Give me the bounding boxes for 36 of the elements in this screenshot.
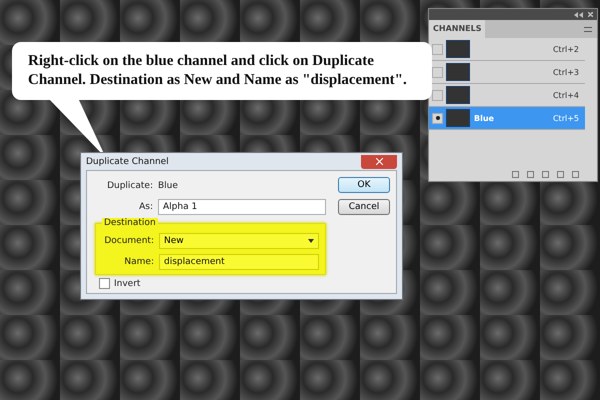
dialog-title: Duplicate Channel	[86, 156, 169, 166]
eye-icon[interactable]	[432, 112, 443, 124]
name-input-field[interactable]: displacement	[159, 254, 319, 270]
field-label: Duplicate:	[106, 181, 153, 191]
close-button[interactable]	[361, 154, 397, 168]
as-input-field[interactable]: Alpha 1	[158, 199, 326, 215]
checkbox-label: Invert	[114, 278, 140, 288]
collapse-icon[interactable]	[574, 12, 583, 18]
visibility-box[interactable]	[432, 90, 443, 100]
shortcut-text: Ctrl+5	[552, 114, 580, 122]
dialog-button[interactable]: OK	[338, 177, 390, 193]
channel-thumbnail	[446, 86, 470, 104]
shortcut-text: Ctrl+4	[552, 90, 580, 100]
dialog-button[interactable]: Cancel	[338, 199, 390, 215]
channel-row[interactable]: Ctrl+2	[429, 38, 585, 61]
dropdown-value: New	[164, 236, 184, 246]
close-icon[interactable]	[588, 12, 593, 17]
group-title: Destination	[102, 218, 158, 228]
document-dropdown[interactable]: New	[159, 233, 319, 249]
shortcut-text: Ctrl+3	[552, 68, 580, 76]
visibility-box[interactable]	[432, 66, 443, 78]
channel-thumbnail	[446, 63, 470, 81]
field-label: Document:	[103, 236, 154, 246]
visibility-box[interactable]	[432, 44, 443, 54]
menu-icon[interactable]	[584, 26, 592, 32]
channel-name: Blue	[473, 114, 495, 122]
shortcut-text: Ctrl+2	[552, 44, 580, 54]
checkbox[interactable]	[99, 278, 110, 289]
field-label: As:	[138, 202, 153, 212]
panel-tab[interactable]: CHANNELS	[429, 20, 486, 38]
channel-thumbnail	[446, 40, 470, 58]
caret-icon	[308, 239, 314, 243]
field-value: Blue	[158, 181, 178, 191]
channel-thumbnail	[446, 109, 470, 127]
instruction-text: Right-click on the blue channel and click on Duplicate Channel. Destination as New and Name as "displacement".	[28, 52, 408, 90]
field-label: Name:	[123, 257, 154, 267]
